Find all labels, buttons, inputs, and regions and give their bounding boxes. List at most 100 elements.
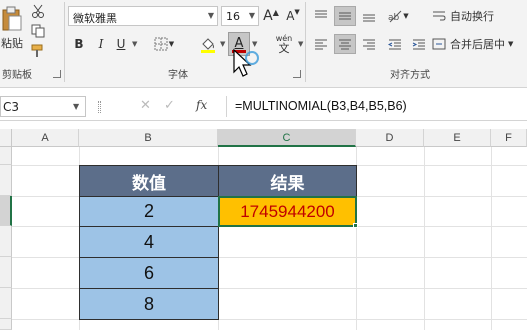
scissors-icon xyxy=(32,4,44,18)
row-header[interactable] xyxy=(0,319,12,330)
insert-function-button[interactable]: fx xyxy=(196,98,207,112)
phonetic-guide-button[interactable]: wén 文 xyxy=(270,34,298,56)
gridline xyxy=(491,147,492,330)
row-header[interactable] xyxy=(0,196,12,226)
row-header[interactable] xyxy=(0,147,12,165)
format-painter-button[interactable] xyxy=(28,42,48,60)
worksheet-grid: A B C D E F 数值 结果 2 4 6 8 1745944200 xyxy=(0,129,527,330)
chevron-down-icon: ▼ xyxy=(207,11,214,20)
wrap-text-label: 自动换行 xyxy=(450,10,494,23)
align-top-icon xyxy=(315,10,327,18)
row-header[interactable] xyxy=(0,288,12,319)
phonetic-char-icon: 文 xyxy=(278,42,290,55)
column-header-f[interactable]: F xyxy=(491,129,527,147)
paint-bucket-icon xyxy=(202,37,214,50)
font-size-dropdown[interactable]: 16 ▼ xyxy=(221,6,259,26)
borders-icon xyxy=(154,37,168,51)
copy-icon xyxy=(31,24,45,38)
bold-label: B xyxy=(74,37,84,51)
value-cell[interactable]: 2 xyxy=(79,196,219,227)
column-header-a[interactable]: A xyxy=(12,129,79,147)
align-left-button[interactable] xyxy=(310,34,332,54)
value-cell[interactable]: 8 xyxy=(79,288,219,320)
gridline xyxy=(424,147,425,330)
paste-label: 粘贴 xyxy=(1,36,23,50)
merge-center-label: 合并后居中 xyxy=(450,38,505,51)
align-center-button[interactable] xyxy=(334,34,356,54)
enter-icon[interactable]: ✓ xyxy=(164,98,175,113)
clipboard-dialog-launcher[interactable] xyxy=(53,70,61,78)
formula-input[interactable]: =MULTINOMIAL(B3,B4,B5,B6) xyxy=(226,96,527,117)
paste-button[interactable]: 粘贴 xyxy=(0,2,24,54)
header-cell-value[interactable]: 数值 xyxy=(79,165,219,197)
divider xyxy=(64,2,65,82)
shrink-font-button[interactable]: A ▼ xyxy=(283,6,303,26)
align-bottom-icon xyxy=(363,14,375,22)
wrap-text-icon xyxy=(433,11,446,21)
format-painter-icon xyxy=(31,44,43,57)
align-right-icon xyxy=(363,39,375,50)
underline-button[interactable]: U xyxy=(112,34,130,54)
result-cell[interactable]: 1745944200 xyxy=(218,196,357,227)
align-left-icon xyxy=(315,39,327,50)
underline-label: U xyxy=(116,37,126,51)
shrink-font-label: A xyxy=(286,9,295,23)
merge-center-icon xyxy=(432,38,446,50)
chevron-down-icon: ▼ xyxy=(248,11,255,20)
grow-font-button[interactable]: A ▲ xyxy=(261,6,281,26)
fill-handle[interactable] xyxy=(353,223,358,228)
paste-icon xyxy=(2,6,22,30)
italic-label: I xyxy=(98,37,104,51)
select-all-corner[interactable] xyxy=(0,129,12,147)
column-header-b[interactable]: B xyxy=(79,129,218,147)
font-group-label: 字体 xyxy=(168,70,188,81)
alignment-group-label: 对齐方式 xyxy=(390,70,430,81)
orientation-icon: ab xyxy=(388,10,402,23)
merge-center-button[interactable]: 合并后居中 ▼ xyxy=(432,34,527,54)
orientation-button[interactable]: ab ▼ xyxy=(384,6,412,26)
chevron-down-icon[interactable]: ▼ xyxy=(132,40,137,48)
font-size-value: 16 xyxy=(226,10,240,23)
cut-button[interactable] xyxy=(28,2,48,20)
value-cell[interactable]: 4 xyxy=(79,226,219,258)
cancel-icon[interactable]: ✕ xyxy=(140,98,151,113)
value-cell[interactable]: 6 xyxy=(79,257,219,289)
align-top-button[interactable] xyxy=(310,6,332,26)
bold-button[interactable]: B xyxy=(70,34,88,54)
formula-bar-grip-icon[interactable] xyxy=(98,101,101,113)
fill-color-button[interactable] xyxy=(196,34,220,56)
row-header[interactable] xyxy=(0,226,12,257)
font-dialog-launcher[interactable] xyxy=(293,70,301,78)
row-header[interactable] xyxy=(0,165,12,196)
italic-button[interactable]: I xyxy=(92,34,110,54)
font-name-dropdown[interactable]: 微软雅黑 ▼ xyxy=(68,6,218,26)
mouse-cursor-icon xyxy=(233,48,259,77)
align-bottom-button[interactable] xyxy=(358,6,380,26)
font-name-value: 微软雅黑 xyxy=(73,12,117,25)
header-cell-result[interactable]: 结果 xyxy=(218,165,357,197)
decrease-indent-button[interactable] xyxy=(384,34,406,54)
decrease-indent-icon xyxy=(388,39,401,50)
name-box[interactable]: C3 ▼ xyxy=(0,96,86,117)
increase-indent-button[interactable] xyxy=(408,34,430,54)
chevron-down-icon[interactable]: ▼ xyxy=(73,102,79,111)
column-header-d[interactable]: D xyxy=(356,129,424,147)
align-middle-button[interactable] xyxy=(334,6,356,26)
name-box-value: C3 xyxy=(3,100,20,114)
copy-button[interactable] xyxy=(28,22,48,40)
grow-font-label: A xyxy=(263,8,273,24)
chevron-down-icon[interactable]: ▼ xyxy=(298,40,303,48)
chevron-down-icon[interactable]: ▼ xyxy=(220,40,225,48)
align-center-icon xyxy=(339,39,351,50)
borders-button[interactable]: ▼ xyxy=(152,34,176,54)
column-header-e[interactable]: E xyxy=(424,129,491,147)
column-header-c[interactable]: C xyxy=(218,129,356,147)
divider xyxy=(305,2,306,82)
formula-text: =MULTINOMIAL(B3,B4,B5,B6) xyxy=(235,99,407,113)
chevron-down-icon[interactable]: ▼ xyxy=(252,40,257,48)
fill-color-swatch xyxy=(201,49,215,53)
row-header[interactable] xyxy=(0,257,12,288)
align-right-button[interactable] xyxy=(358,34,380,54)
increase-indent-icon xyxy=(412,39,425,50)
wrap-text-button[interactable]: 自动换行 xyxy=(432,6,524,26)
